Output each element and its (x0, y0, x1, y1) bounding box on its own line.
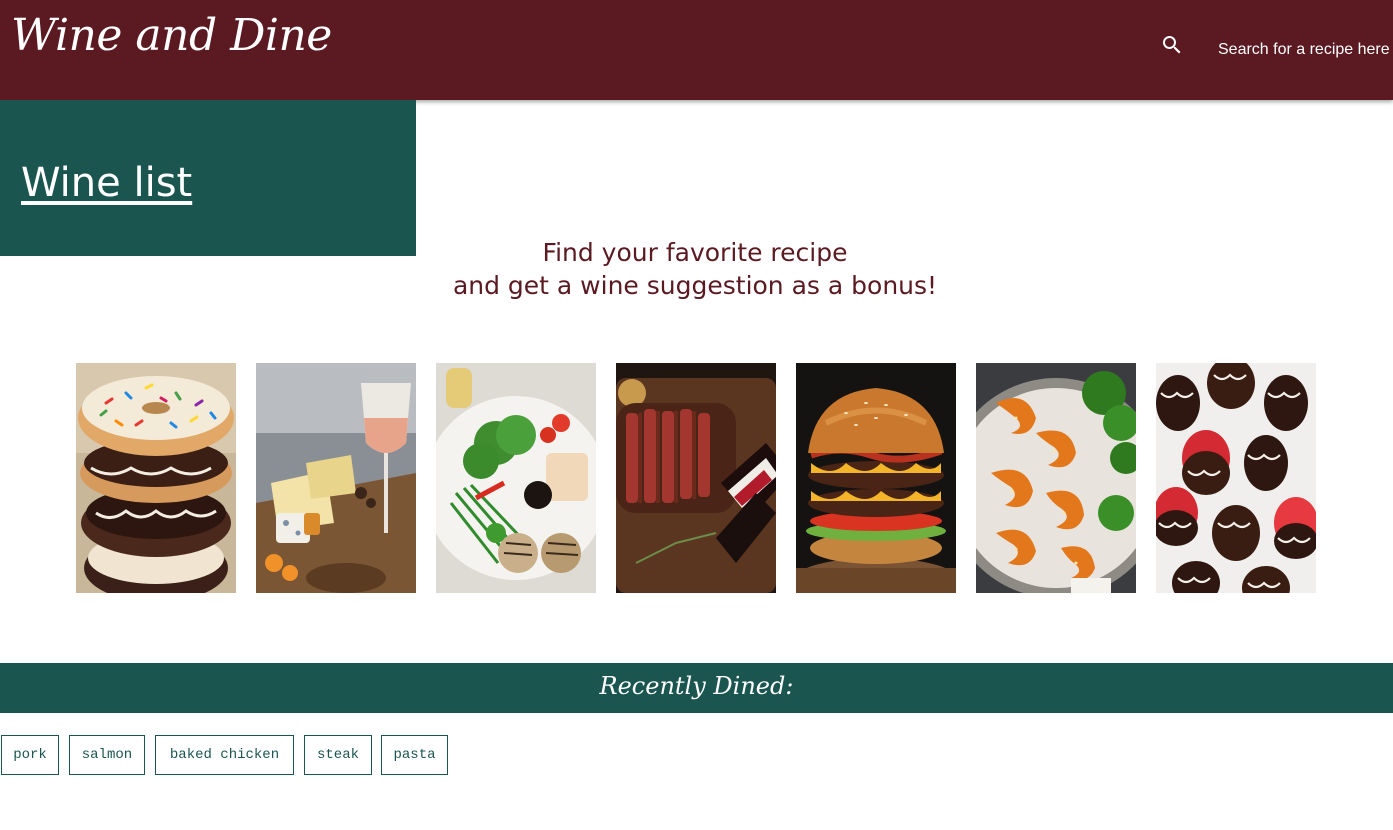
recent-chip-pasta[interactable]: pasta (381, 735, 448, 775)
recent-chip-salmon[interactable]: salmon (69, 735, 145, 775)
recent-chip-pork[interactable]: pork (1, 735, 59, 775)
tagline: Find your favorite recipe and get a wine… (420, 236, 970, 302)
search-icon[interactable] (1160, 33, 1184, 57)
recipe-image-grilled-vegetables[interactable] (436, 363, 596, 593)
recently-dined-title: Recently Dined: (599, 672, 794, 700)
recent-chip-baked-chicken[interactable]: baked chicken (155, 735, 294, 775)
site-header: Wine and Dine (0, 0, 1393, 100)
recipe-image-cheese-board[interactable] (256, 363, 416, 593)
search-input[interactable] (1218, 36, 1393, 64)
recipe-image-shrimp[interactable] (976, 363, 1136, 593)
recipe-image-chocolate-strawberries[interactable] (1156, 363, 1316, 593)
recent-chip-steak[interactable]: steak (304, 735, 372, 775)
site-logo[interactable]: Wine and Dine (11, 10, 332, 61)
recipe-image-steak[interactable] (616, 363, 776, 593)
recipe-image-donuts[interactable] (76, 363, 236, 593)
recently-dined-bar: Recently Dined: (0, 663, 1393, 713)
recipe-image-burger[interactable] (796, 363, 956, 593)
tagline-line-1: Find your favorite recipe (542, 238, 848, 267)
wine-list-link[interactable]: Wine list (21, 160, 192, 206)
tagline-line-2: and get a wine suggestion as a bonus! (452, 271, 938, 300)
sidebar: Wine list (0, 100, 416, 256)
